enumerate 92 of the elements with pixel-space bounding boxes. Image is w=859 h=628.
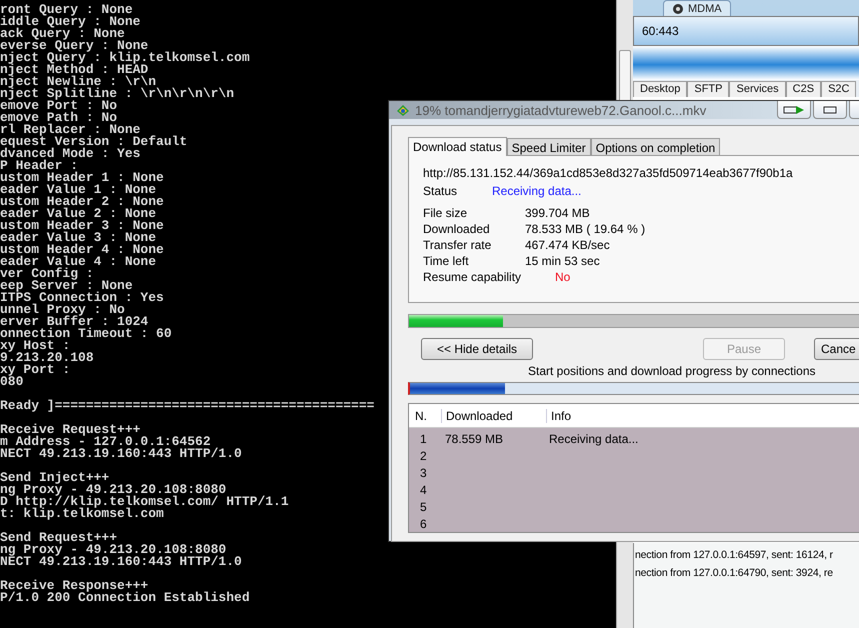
console-line: ustom Header 4 : None [0, 244, 164, 256]
console-line: t: klip.telkomsel.com [0, 508, 164, 520]
console-line: equest Version : Default [0, 136, 188, 148]
console-line: iddle Query : None [0, 16, 140, 28]
console-line: nject Splitline : \r\n\r\n\r\n [0, 88, 234, 100]
console-line: nject Newline : \r\n [0, 76, 156, 88]
console-line: m Address - 127.0.0.1:64562 [0, 436, 211, 448]
status-label: Status [423, 184, 458, 198]
console-line: erver Buffer : 1024 [0, 316, 148, 328]
button[interactable]: << Hide details [421, 338, 533, 360]
console-line: Receive Request+++ [0, 424, 140, 436]
console-line: emove Path : No [0, 112, 118, 124]
console-line: eader Value 2 : None [0, 208, 156, 220]
table-cell-text: 78.559 MB [444, 432, 504, 446]
console-line: 9.213.20.108 [0, 352, 94, 364]
console-line: eader Value 4 : None [0, 256, 156, 268]
detail-label: Downloaded [423, 222, 491, 236]
console-line: ITPS Connection : Yes [0, 292, 164, 304]
console-line: NECT 49.213.19.160:443 HTTP/1.0 [0, 448, 242, 460]
console-line: onnection Timeout : 60 [0, 328, 172, 340]
column-header[interactable]: Info [546, 408, 572, 422]
console-line: ront Query : None [0, 4, 133, 16]
console-line: Send Request+++ [0, 532, 118, 544]
table-cell-text: Receiving data... [548, 432, 638, 446]
console-line: ver Config : [0, 268, 94, 280]
table-cell-text: 6 [419, 516, 428, 530]
tab[interactable]: Options on completion [590, 138, 720, 155]
console-line: emove Port : No [0, 100, 118, 112]
detail-value: 399.704 MB [525, 206, 590, 220]
table-cell-text: 2 [419, 448, 428, 462]
scrollbar-thumb[interactable] [619, 50, 631, 102]
minimize-button[interactable] [813, 101, 847, 119]
console-line: Receive Response+++ [0, 580, 148, 592]
tab[interactable]: Download status [408, 137, 507, 156]
caption-text: Start positions and download progress by connections [527, 364, 817, 378]
console-line: ustom Header 1 : None [0, 172, 164, 184]
console-line: eader Value 3 : None [0, 232, 156, 244]
detail-value: 15 min 53 sec [525, 254, 600, 268]
console-line: rl Replacer : None [0, 124, 140, 136]
console-line: ng Proxy - 49.213.20.108:8080 [0, 544, 226, 556]
detail-value: No [555, 270, 570, 284]
window-title: 19% tomandjerrygiatadvtureweb72.Ganool.c...mkv [415, 102, 706, 118]
url-text: http://85.131.152.44/369a1cd853e8d327a35fd509714eab3677f90b1a [423, 166, 794, 182]
tab[interactable]: Services [729, 81, 786, 97]
log-line: nection from 127.0.0.1:64597, sent: 16124, r [635, 548, 833, 563]
table-cell-text: 1 [419, 432, 428, 446]
console-line: unnel Proxy : No [0, 304, 125, 316]
app-icon [395, 102, 411, 118]
console-line: xy Port : [0, 364, 70, 376]
console-line: 080 [0, 376, 24, 388]
tab[interactable]: Speed Limiter [506, 138, 591, 155]
tab-label: MDMA [688, 2, 722, 14]
tab[interactable]: C2S [786, 81, 822, 97]
table-cell-text: 5 [419, 500, 428, 514]
address-text: 60:443 [642, 24, 679, 38]
detail-label: File size [423, 206, 468, 220]
detail-label: Transfer rate [423, 238, 492, 252]
detail-label: Time left [423, 254, 470, 268]
console-line: xy Host : [0, 340, 70, 352]
minimize-icon [823, 106, 837, 114]
log-line: nection from 127.0.0.1:64790, sent: 3924, re [635, 566, 833, 581]
table-cell-text: 4 [419, 482, 428, 496]
console-line: dvanced Mode : Yes [0, 148, 140, 160]
console-line: everse Query : None [0, 40, 148, 52]
column-header[interactable]: N. [409, 408, 441, 422]
detail-value: 78.533 MB ( 19.64 % ) [525, 222, 646, 236]
console-line: Ready ]========================================= [0, 400, 374, 412]
status-value: Receiving data... [492, 184, 582, 198]
detail-label: Resume capability [423, 270, 522, 284]
arrow-icon [783, 104, 805, 114]
column-header[interactable]: Downloaded [441, 408, 546, 422]
minimize-to-tray-button[interactable] [777, 101, 811, 119]
detail-value: 467.474 KB/sec [525, 238, 610, 252]
console-line: eader Value 1 : None [0, 184, 156, 196]
console-line: ustom Header 3 : None [0, 220, 164, 232]
window-tab[interactable]: MDMA [663, 0, 731, 16]
console-line: ustom Header 2 : None [0, 196, 164, 208]
console-line: P Header : [0, 160, 78, 172]
console-line: ack Query : None [0, 28, 125, 40]
console-line: D http://klip.telkomsel.com/ HTTP/1.1 [0, 496, 289, 508]
console-line: eep Server : None [0, 280, 133, 292]
tab[interactable]: S2C [821, 81, 856, 97]
tab[interactable]: SFTP [687, 81, 730, 97]
console-line: nject Query : klip.telkomsel.com [0, 52, 250, 64]
console-line: Send Inject+++ [0, 472, 110, 484]
console-line: P/1.0 200 Connection Established [0, 592, 250, 604]
console-line: NECT 49.213.19.160:443 HTTP/1.0 [0, 556, 242, 568]
button[interactable]: Cance [814, 338, 859, 360]
table-cell-text: 3 [419, 466, 428, 480]
console-line: ng Proxy - 49.213.20.108:8080 [0, 484, 226, 496]
tab[interactable]: Desktop [633, 81, 688, 97]
console-line: nject Method : HEAD [0, 64, 148, 76]
